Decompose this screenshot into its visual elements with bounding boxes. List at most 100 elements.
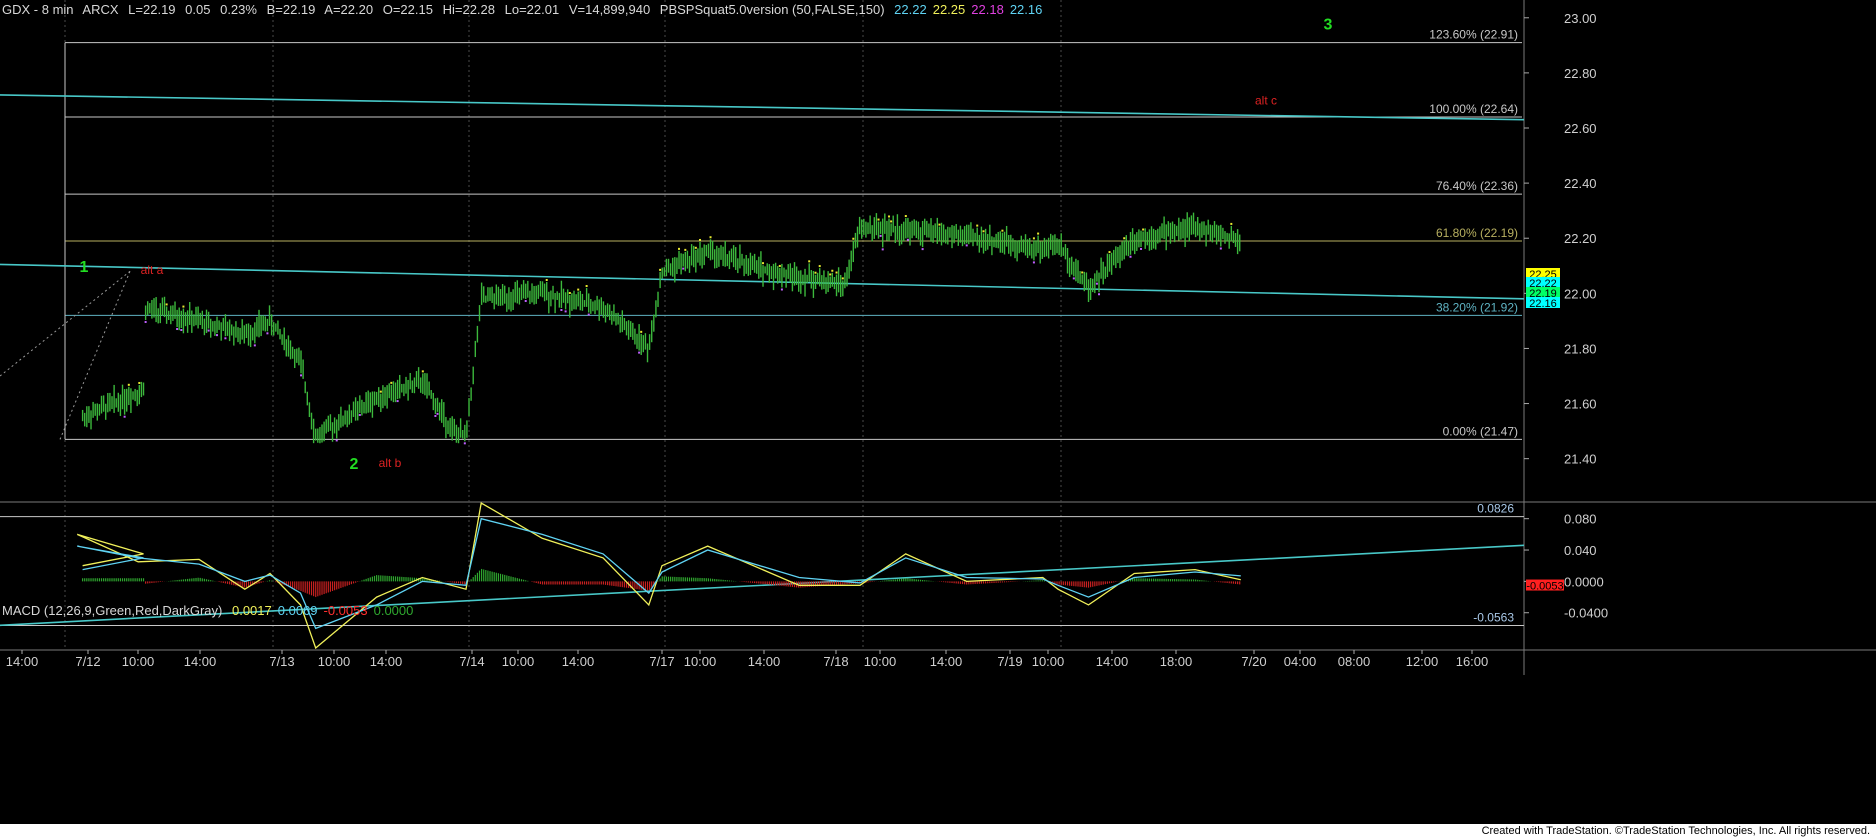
time-tick-label: 7/13: [269, 654, 294, 669]
price-panel-bg: [0, 0, 1524, 500]
pivot-dot: [421, 370, 424, 373]
pivot-dot: [888, 215, 891, 218]
pivot-dot: [818, 265, 821, 268]
time-tick-label: 14:00: [1096, 654, 1129, 669]
pivot-dot: [1032, 237, 1035, 240]
pivot-dot: [778, 264, 781, 267]
price-tick-label: 22.20: [1564, 231, 1597, 246]
wave-label-1: 1: [80, 259, 89, 276]
chart-canvas: 123.60% (22.91) 100.00% (22.64) 76.40% (22…: [0, 0, 1876, 824]
macd-tick-label: 0.0000: [1564, 574, 1604, 589]
ask-label: A=22.20: [324, 2, 374, 17]
price-tick-label: 21.40: [1564, 452, 1597, 467]
price-tick-label: 22.60: [1564, 121, 1597, 136]
time-tick-label: 12:00: [1406, 654, 1439, 669]
time-tick-label: 10:00: [1032, 654, 1065, 669]
time-tick-label: 10:00: [502, 654, 535, 669]
price-tick-label: 21.80: [1564, 341, 1597, 356]
pivot-dot: [938, 223, 941, 226]
pivot-dot: [709, 236, 712, 239]
price-tick-label: 22.40: [1564, 176, 1597, 191]
time-tick-label: 7/20: [1241, 654, 1266, 669]
pivot-dot: [587, 313, 590, 316]
pivot-dot: [396, 400, 399, 403]
change-label: 0.05: [185, 2, 211, 17]
price-tick-label: 22.80: [1564, 66, 1597, 81]
pivot-dot: [682, 267, 685, 270]
wave-label-alt-a: alt a: [141, 263, 164, 277]
time-tick-label: 14:00: [562, 654, 595, 669]
macd-axis: 0.080 0.040 0.0000 -0.0400 -0.0053: [1524, 512, 1608, 621]
pivot-dot: [1219, 247, 1222, 250]
pivot-dot: [577, 288, 580, 291]
pivot-dot: [216, 334, 219, 337]
time-tick-label: 08:00: [1338, 654, 1371, 669]
pivot-dot: [699, 238, 702, 241]
macd-tick-label: -0.0400: [1564, 606, 1608, 621]
pivot-dot: [1037, 232, 1040, 235]
pivot-dot: [1230, 222, 1233, 225]
wave-label-alt-b: alt b: [379, 456, 402, 470]
pivot-dot: [1098, 293, 1101, 296]
pivot-dot: [659, 268, 662, 271]
time-tick-label: 10:00: [318, 654, 351, 669]
time-tick-label: 14:00: [184, 654, 217, 669]
pivot-dot: [436, 412, 439, 415]
bottom-spacer: [0, 675, 1876, 824]
wave-label-2: 2: [350, 456, 359, 473]
indicator-value-2: 22.18: [971, 2, 1004, 17]
macd-value-3: 0.0000: [373, 603, 414, 618]
last-label: L=22.19: [128, 2, 176, 17]
pivot-dot: [182, 305, 185, 308]
macd-panel: 0.0826 -0.0563: [0, 502, 1525, 650]
macd-header: MACD (12,26,9,Green,Red,DarkGray) 0.0017…: [2, 603, 425, 618]
pivot-dot: [180, 329, 183, 332]
pivot-dot: [982, 230, 985, 233]
pivot-dot: [379, 390, 382, 393]
time-tick-label: 7/14: [459, 654, 484, 669]
fib-label: 100.00% (22.64): [1429, 102, 1518, 116]
fib-label: 76.40% (22.36): [1436, 179, 1518, 193]
time-tick-label: 04:00: [1284, 654, 1317, 669]
macd-label: MACD (12,26,9,Green,Red,DarkGray): [2, 603, 223, 618]
pivot-dot: [568, 291, 571, 294]
change-pct-label: 0.23%: [220, 2, 257, 17]
indicator-values: 22.22 22.25 22.18 22.16: [894, 2, 1048, 17]
pivot-dot: [678, 247, 681, 250]
pivot-dot: [640, 330, 643, 333]
pivot-dot: [762, 262, 765, 265]
wave-label-alt-c: alt c: [1255, 93, 1277, 107]
pivot-dot: [176, 328, 179, 331]
time-axis: 14:00 7/12 10:00 14:00 7/13 10:00 14:00 7/14 10:…: [6, 650, 1488, 669]
pivot-dot: [694, 246, 697, 249]
pivot-dot: [1001, 229, 1004, 232]
pivot-dot: [560, 309, 563, 312]
price-header: GDX - 8 min ARCX L=22.19 0.05 0.23% B=22…: [2, 2, 1054, 17]
pivot-dot: [877, 218, 880, 221]
pivot-dot: [904, 215, 907, 218]
exchange-label: ARCX: [82, 2, 119, 17]
indicator-value-1: 22.25: [932, 2, 966, 17]
bid-label: B=22.19: [266, 2, 316, 17]
pivot-dot: [138, 381, 141, 384]
pivot-dot: [780, 288, 783, 291]
macd-value-1: 0.0069: [277, 603, 318, 618]
pivot-dot: [463, 442, 466, 445]
pivot-dot: [1095, 282, 1098, 285]
pivot-dot: [852, 237, 855, 240]
pivot-dot: [127, 383, 130, 386]
pivot-dot: [1140, 247, 1143, 250]
pivot-dot: [253, 344, 256, 347]
pivot-dot: [1123, 237, 1126, 240]
symbol-label: GDX - 8 min: [2, 2, 74, 17]
time-tick-label: 7/12: [75, 654, 100, 669]
last-price-flags: 22.2522.2222.1922.16: [1526, 268, 1560, 310]
macd-tick-label: 0.040: [1564, 543, 1597, 558]
pivot-dot: [921, 248, 924, 251]
pivot-dot: [1142, 228, 1145, 231]
pivot-dot: [808, 260, 811, 263]
pivot-dot: [890, 220, 893, 223]
price-axis: 23.00 22.80 22.60 22.40 22.20 22.00 21.80 21.60…: [1524, 11, 1597, 467]
pivot-dot: [224, 337, 227, 340]
low-label: Lo=22.01: [504, 2, 560, 17]
